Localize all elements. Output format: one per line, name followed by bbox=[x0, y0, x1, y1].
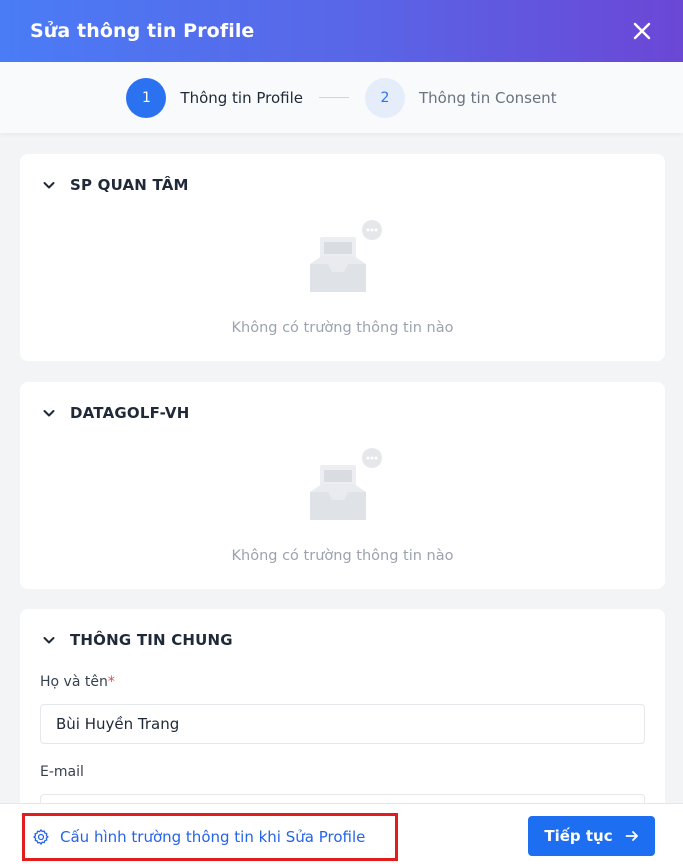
close-icon[interactable] bbox=[631, 20, 653, 42]
step-label: Thông tin Profile bbox=[180, 88, 304, 107]
step-profile[interactable]: 1 Thông tin Profile bbox=[126, 77, 304, 118]
dialog-title: Sửa thông tin Profile bbox=[30, 20, 255, 42]
dialog-header: Sửa thông tin Profile bbox=[0, 0, 683, 62]
stepper: 1 Thông tin Profile 2 Thông tin Consent bbox=[0, 62, 683, 133]
full-name-input[interactable]: Bùi Huyền Trang bbox=[40, 704, 645, 744]
section-title: THÔNG TIN CHUNG bbox=[70, 631, 233, 649]
chevron-down-icon bbox=[43, 637, 55, 644]
field-label-text: Họ và tên bbox=[40, 674, 108, 690]
gear-icon bbox=[33, 829, 49, 845]
empty-state-text: Không có trường thông tin nào bbox=[231, 548, 454, 564]
field-label-text: E-mail bbox=[40, 764, 84, 780]
section-header[interactable]: SP QUAN TÂM bbox=[42, 176, 189, 194]
chevron-down-icon bbox=[43, 182, 55, 189]
next-button-label: Tiếp tục bbox=[544, 827, 613, 845]
empty-state-text: Không có trường thông tin nào bbox=[231, 320, 454, 336]
step-divider bbox=[319, 97, 350, 98]
chevron-down-icon bbox=[43, 410, 55, 417]
step-label: Thông tin Consent bbox=[419, 88, 557, 107]
step-consent[interactable]: 2 Thông tin Consent bbox=[365, 77, 557, 118]
section-sp-quan-tam: SP QUAN TÂM Không có trường thông tin nà… bbox=[20, 154, 665, 361]
config-fields-link[interactable]: Cấu hình trường thông tin khi Sửa Profil… bbox=[22, 813, 398, 861]
section-header[interactable]: DATAGOLF-VH bbox=[42, 404, 189, 422]
section-title: SP QUAN TÂM bbox=[70, 176, 189, 194]
arrow-right-icon bbox=[625, 831, 638, 841]
empty-inbox-icon bbox=[310, 220, 382, 292]
required-mark: * bbox=[107, 674, 115, 690]
config-link-text: Cấu hình trường thông tin khi Sửa Profil… bbox=[60, 828, 366, 846]
step-number: 1 bbox=[126, 77, 167, 118]
next-button[interactable]: Tiếp tục bbox=[528, 816, 655, 856]
section-header[interactable]: THÔNG TIN CHUNG bbox=[42, 631, 233, 649]
dialog-footer: Cấu hình trường thông tin khi Sửa Profil… bbox=[0, 803, 683, 866]
section-title: DATAGOLF-VH bbox=[70, 404, 190, 422]
step-number: 2 bbox=[365, 77, 406, 118]
full-name-label: Họ và tên* bbox=[40, 674, 115, 690]
section-datagolf-vh: DATAGOLF-VH Không có trường thông tin nà… bbox=[20, 382, 665, 589]
email-label: E-mail bbox=[40, 764, 84, 780]
full-name-value: Bùi Huyền Trang bbox=[56, 715, 180, 733]
empty-inbox-icon bbox=[310, 448, 382, 520]
